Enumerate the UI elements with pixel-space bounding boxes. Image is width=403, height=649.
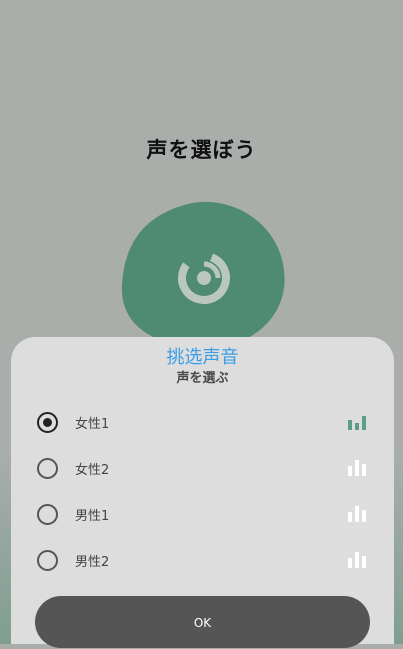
voice-option-male2[interactable]: 男性2 [11, 540, 394, 580]
voice-option-female1[interactable]: 女性1 [11, 402, 394, 442]
radio-button[interactable] [37, 504, 58, 525]
sound-bars-icon[interactable] [347, 504, 367, 522]
radio-button[interactable] [37, 458, 58, 479]
sheet-subtitle: 声を選ぶ [176, 371, 229, 386]
sheet-title: 挑选声音 [166, 347, 239, 368]
voice-option-male1[interactable]: 男性1 [11, 494, 394, 534]
radio-button[interactable] [37, 412, 58, 433]
sound-bars-icon[interactable] [347, 458, 367, 476]
sound-bars-icon[interactable] [347, 550, 367, 568]
sound-bars-icon[interactable] [347, 412, 367, 430]
voice-option-label: 男性2 [75, 555, 110, 570]
ok-button[interactable]: OK [35, 596, 370, 648]
voice-option-label: 女性2 [75, 463, 110, 478]
voice-option-label: 男性1 [75, 509, 110, 524]
voice-option-label: 女性1 [75, 417, 110, 432]
voice-select-sheet: 挑选声音 声を選ぶ 女性1 女性2 男性1 男性2 OK [11, 337, 394, 648]
page-title: 声を選ぼう [146, 138, 257, 162]
voice-logo-icon [121, 201, 285, 349]
voice-option-female2[interactable]: 女性2 [11, 448, 394, 488]
radio-button[interactable] [37, 550, 58, 571]
